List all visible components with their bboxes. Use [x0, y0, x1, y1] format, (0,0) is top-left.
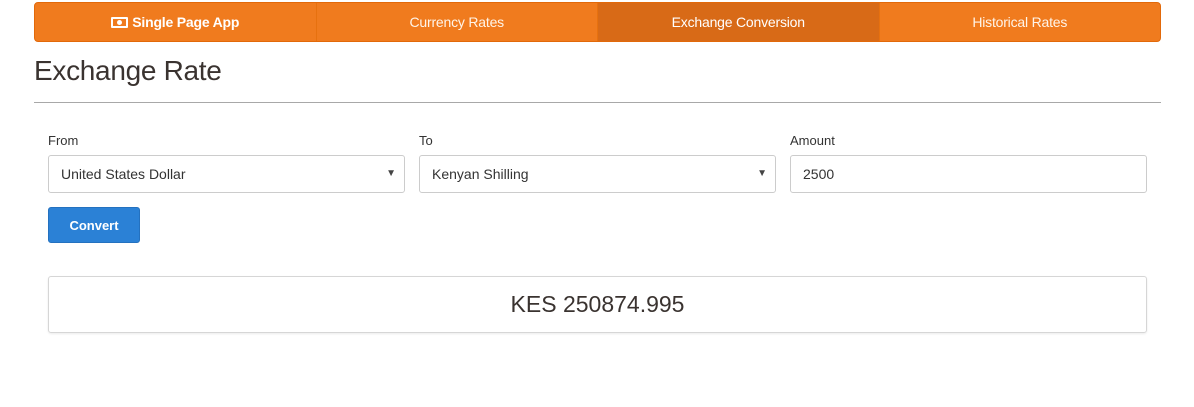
convert-button[interactable]: Convert	[48, 207, 140, 243]
nav-item-label: Currency Rates	[409, 14, 505, 30]
page-title: Exchange Rate	[34, 55, 222, 86]
nav-brand[interactable]: Single Page App	[35, 3, 317, 41]
from-currency-value: United States Dollar	[61, 166, 186, 182]
nav-item-currency-rates[interactable]: Currency Rates	[317, 3, 598, 41]
nav-item-label: Exchange Conversion	[671, 14, 805, 30]
from-label: From	[48, 133, 79, 148]
title-divider	[34, 102, 1161, 103]
top-navbar: Single Page App Currency Rates Exchange …	[34, 2, 1161, 42]
to-label: To	[419, 133, 433, 148]
to-currency-select[interactable]: Kenyan Shilling ▼	[419, 155, 776, 193]
amount-label: Amount	[790, 133, 835, 148]
result-panel: KES 250874.995	[48, 276, 1147, 333]
conversion-result: KES 250874.995	[510, 291, 685, 317]
nav-item-label: Historical Rates	[972, 14, 1068, 30]
money-icon	[111, 16, 129, 28]
nav-brand-label: Single Page App	[132, 14, 240, 30]
amount-input[interactable]: 2500	[790, 155, 1147, 193]
nav-item-exchange-conversion[interactable]: Exchange Conversion	[598, 3, 880, 41]
caret-down-icon: ▼	[386, 168, 396, 179]
amount-value: 2500	[803, 166, 835, 182]
from-currency-select[interactable]: United States Dollar ▼	[48, 155, 405, 193]
to-currency-value: Kenyan Shilling	[432, 166, 529, 182]
caret-down-icon: ▼	[757, 168, 767, 179]
nav-item-historical-rates[interactable]: Historical Rates	[880, 3, 1161, 41]
